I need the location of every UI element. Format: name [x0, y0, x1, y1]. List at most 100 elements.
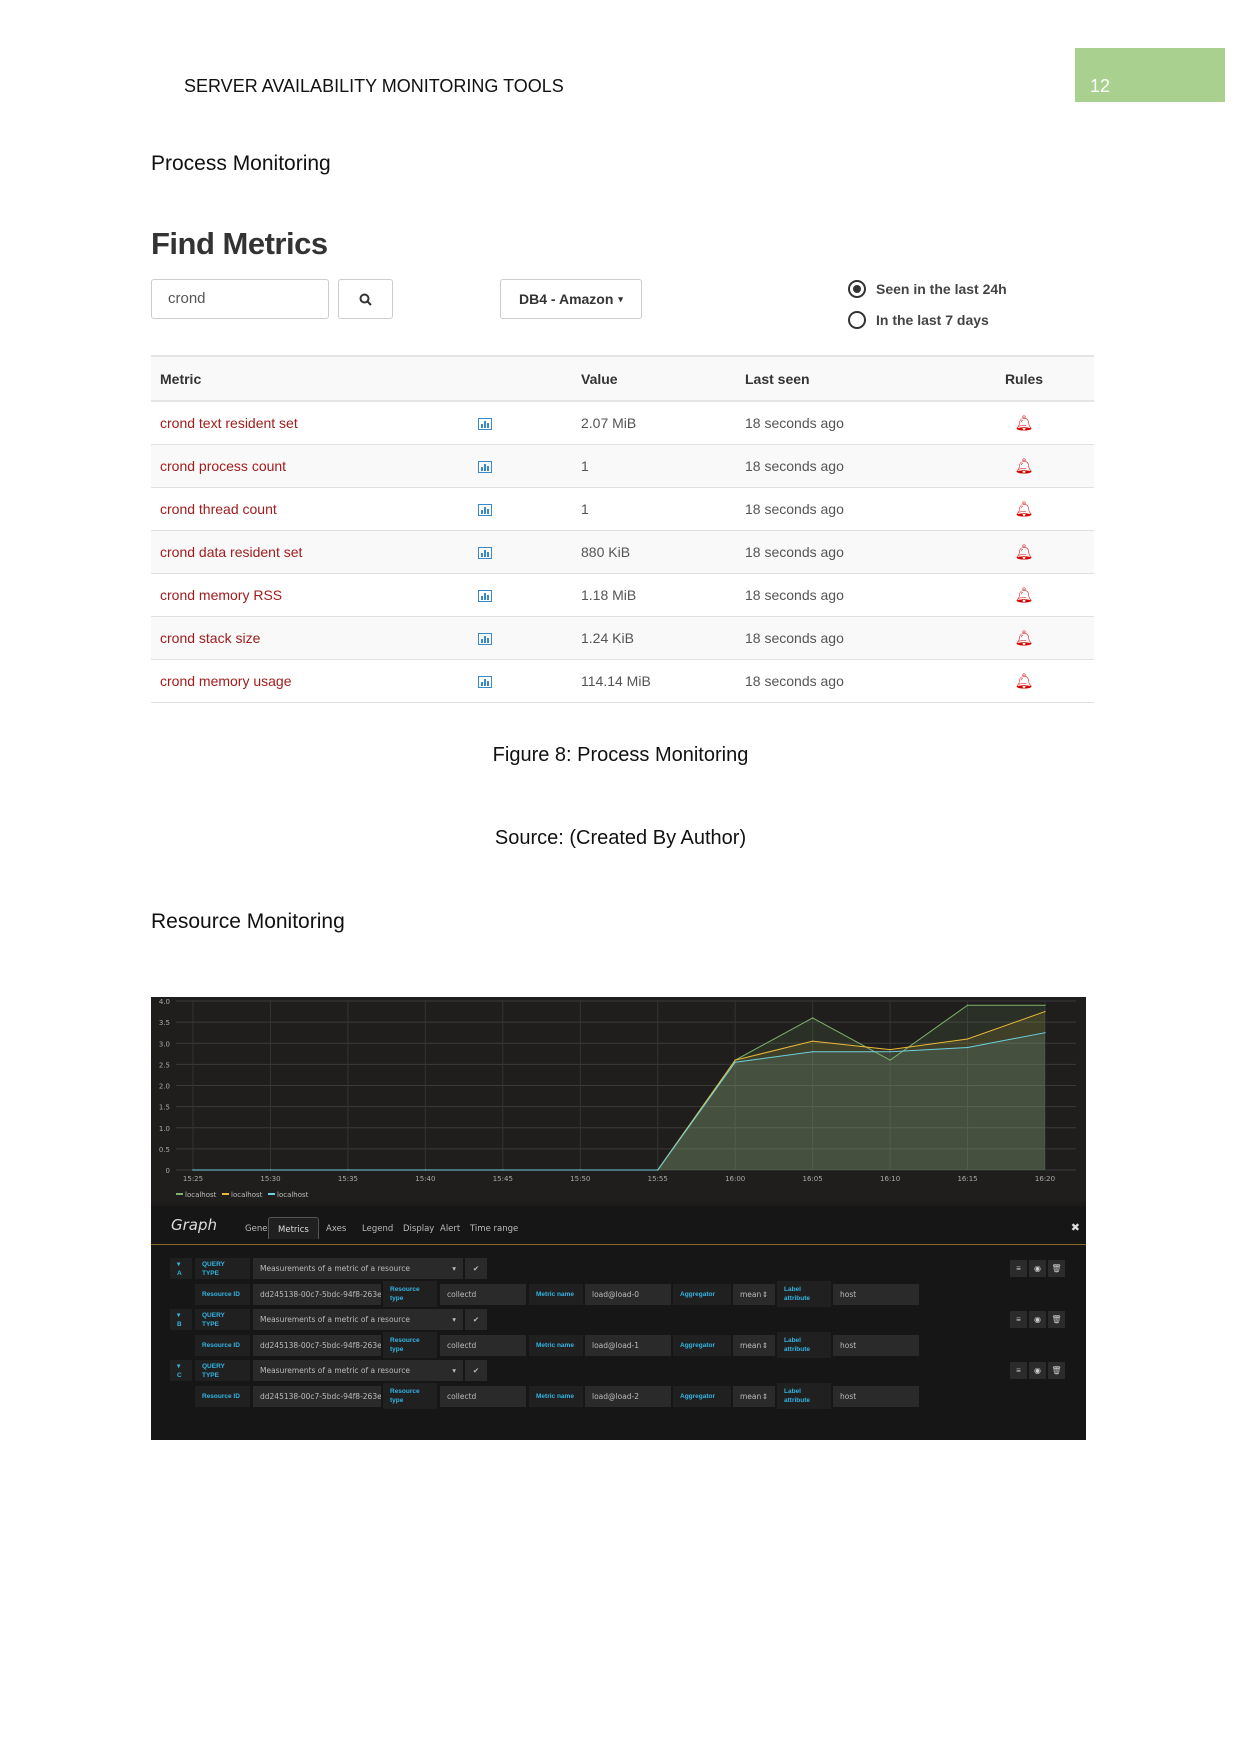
- check-icon[interactable]: ✔: [465, 1309, 487, 1330]
- resource-type-input[interactable]: collectd: [440, 1335, 526, 1356]
- metric-name-link[interactable]: crond process count: [151, 444, 469, 488]
- metric-name-input[interactable]: load@load-2: [585, 1386, 671, 1407]
- bell-icon[interactable]: 🔔︎: [1014, 673, 1033, 690]
- x-tick-label: 16:00: [725, 1175, 745, 1183]
- figure-8-caption: Figure 8: Process Monitoring: [492, 744, 749, 766]
- bell-icon[interactable]: 🔔︎: [1014, 415, 1033, 432]
- tab-display[interactable]: Display: [403, 1224, 434, 1234]
- label-attribute-input[interactable]: host: [833, 1386, 919, 1407]
- resource-id-input[interactable]: dd245138-00c7-5bdc-94f8-263e23(: [253, 1386, 381, 1407]
- query-ref-toggle[interactable]: ▾ B: [170, 1309, 192, 1330]
- data-point: [347, 1169, 349, 1171]
- search-button[interactable]: [338, 279, 393, 319]
- trash-icon[interactable]: 🗑︎: [1048, 1362, 1065, 1379]
- check-icon[interactable]: ✔: [465, 1360, 487, 1381]
- radio-selected-icon: [848, 280, 866, 298]
- bar-chart-icon[interactable]: [478, 633, 492, 646]
- menu-icon[interactable]: ≡: [1010, 1311, 1027, 1328]
- aggregator-select[interactable]: mean ⇕: [733, 1386, 775, 1407]
- table-row: crond thread count 1 18 seconds ago 🔔︎: [151, 487, 1094, 531]
- resource-id-label: Resource ID: [195, 1335, 250, 1356]
- query-type-select[interactable]: Measurements of a metric of a resource ▾: [253, 1360, 463, 1381]
- check-icon[interactable]: ✔: [465, 1258, 487, 1279]
- query-type-label: QUERY TYPE: [195, 1258, 250, 1279]
- menu-icon[interactable]: ≡: [1010, 1362, 1027, 1379]
- menu-icon[interactable]: ≡: [1010, 1260, 1027, 1277]
- radio-last-7-days[interactable]: In the last 7 days: [848, 311, 989, 329]
- data-point: [889, 1051, 891, 1053]
- metric-name-link[interactable]: crond memory RSS: [151, 573, 469, 617]
- bell-icon[interactable]: 🔔︎: [1014, 501, 1033, 518]
- metric-name-link[interactable]: crond memory usage: [151, 659, 469, 703]
- data-point: [812, 1051, 814, 1053]
- label-attribute-input[interactable]: host: [833, 1284, 919, 1305]
- y-tick-label: 2.5: [159, 1061, 170, 1069]
- metric-name-link[interactable]: crond data resident set: [151, 530, 469, 574]
- panel-editor: Graph General Metrics Axes Legend Display Ale…: [151, 1206, 1086, 1440]
- metric-name-link[interactable]: crond stack size: [151, 616, 469, 660]
- data-point: [966, 1004, 969, 1006]
- x-tick-label: 15:25: [183, 1175, 203, 1183]
- query-type-label: QUERY TYPE: [195, 1360, 250, 1381]
- tab-legend[interactable]: Legend: [362, 1224, 393, 1234]
- metric-name-input[interactable]: load@load-1: [585, 1335, 671, 1356]
- bar-chart-icon[interactable]: [478, 461, 492, 474]
- bar-chart-icon[interactable]: [478, 504, 492, 517]
- eye-icon[interactable]: ◉: [1029, 1260, 1046, 1277]
- metric-name-input[interactable]: load@load-0: [585, 1284, 671, 1305]
- query-ref-toggle[interactable]: ▾ A: [170, 1258, 192, 1279]
- aggregator-label: Aggregator: [673, 1386, 731, 1407]
- section-heading-resource: Resource Monitoring: [151, 910, 345, 933]
- data-point: [889, 1059, 891, 1061]
- trash-icon[interactable]: 🗑︎: [1048, 1260, 1065, 1277]
- data-point: [502, 1169, 504, 1171]
- x-tick-label: 15:40: [415, 1175, 435, 1183]
- label-attribute-label: Label attribute: [777, 1383, 831, 1409]
- search-input[interactable]: crond: [151, 279, 329, 319]
- caret-down-icon: ▾: [452, 1264, 456, 1273]
- metric-name-link[interactable]: crond thread count: [151, 487, 469, 531]
- close-icon[interactable]: ✖: [1071, 1221, 1080, 1234]
- table-row: crond process count 1 18 seconds ago 🔔︎: [151, 444, 1094, 488]
- resource-id-input[interactable]: dd245138-00c7-5bdc-94f8-263e23(: [253, 1284, 381, 1305]
- table-row: crond memory usage 114.14 MiB 18 seconds a…: [151, 659, 1094, 703]
- bell-icon[interactable]: 🔔︎: [1014, 544, 1033, 561]
- tab-alert[interactable]: Alert: [440, 1224, 460, 1234]
- search-icon: [359, 293, 372, 306]
- bar-chart-icon[interactable]: [478, 418, 492, 431]
- resource-type-input[interactable]: collectd: [440, 1284, 526, 1305]
- table-row: crond data resident set 880 KiB 18 seconds…: [151, 530, 1094, 574]
- query-type-select[interactable]: Measurements of a metric of a resource ▾: [253, 1309, 463, 1330]
- query-type-select[interactable]: Measurements of a metric of a resource ▾: [253, 1258, 463, 1279]
- eye-icon[interactable]: ◉: [1029, 1362, 1046, 1379]
- section-heading-process: Process Monitoring: [151, 152, 331, 175]
- database-dropdown[interactable]: DB4 - Amazon ▾: [500, 279, 642, 319]
- tab-time-range[interactable]: Time range: [470, 1224, 518, 1234]
- metric-name-link[interactable]: crond text resident set: [151, 401, 469, 445]
- tab-metrics[interactable]: Metrics: [268, 1217, 319, 1239]
- eye-icon[interactable]: ◉: [1029, 1311, 1046, 1328]
- aggregator-select[interactable]: mean ⇕: [733, 1284, 775, 1305]
- caret-down-icon: ▾: [618, 293, 623, 304]
- data-point: [812, 1040, 814, 1042]
- bell-icon[interactable]: 🔔︎: [1014, 587, 1033, 604]
- resource-type-input[interactable]: collectd: [440, 1386, 526, 1407]
- trash-icon[interactable]: 🗑︎: [1048, 1311, 1065, 1328]
- bell-icon[interactable]: 🔔︎: [1014, 458, 1033, 475]
- resource-type-label: Resource type: [383, 1332, 437, 1358]
- query-ref-toggle[interactable]: ▾ C: [170, 1360, 192, 1381]
- bar-chart-icon[interactable]: [478, 547, 492, 560]
- bar-chart-icon[interactable]: [478, 676, 492, 689]
- resource-id-input[interactable]: dd245138-00c7-5bdc-94f8-263e23(: [253, 1335, 381, 1356]
- bar-chart-icon[interactable]: [478, 590, 492, 603]
- y-tick-label: 0.5: [159, 1146, 170, 1154]
- table-row: crond text resident set 2.07 MiB 18 second…: [151, 401, 1094, 445]
- bell-icon[interactable]: 🔔︎: [1014, 630, 1033, 647]
- label-attribute-input[interactable]: host: [833, 1335, 919, 1356]
- table-row: crond stack size 1.24 KiB 18 seconds ago 🔔︎: [151, 616, 1094, 660]
- aggregator-select[interactable]: mean ⇕: [733, 1335, 775, 1356]
- tab-axes[interactable]: Axes: [326, 1224, 346, 1234]
- column-header-metric: Metric: [151, 355, 469, 402]
- y-tick-label: 0: [166, 1167, 170, 1175]
- radio-seen-24h[interactable]: Seen in the last 24h: [848, 280, 1007, 298]
